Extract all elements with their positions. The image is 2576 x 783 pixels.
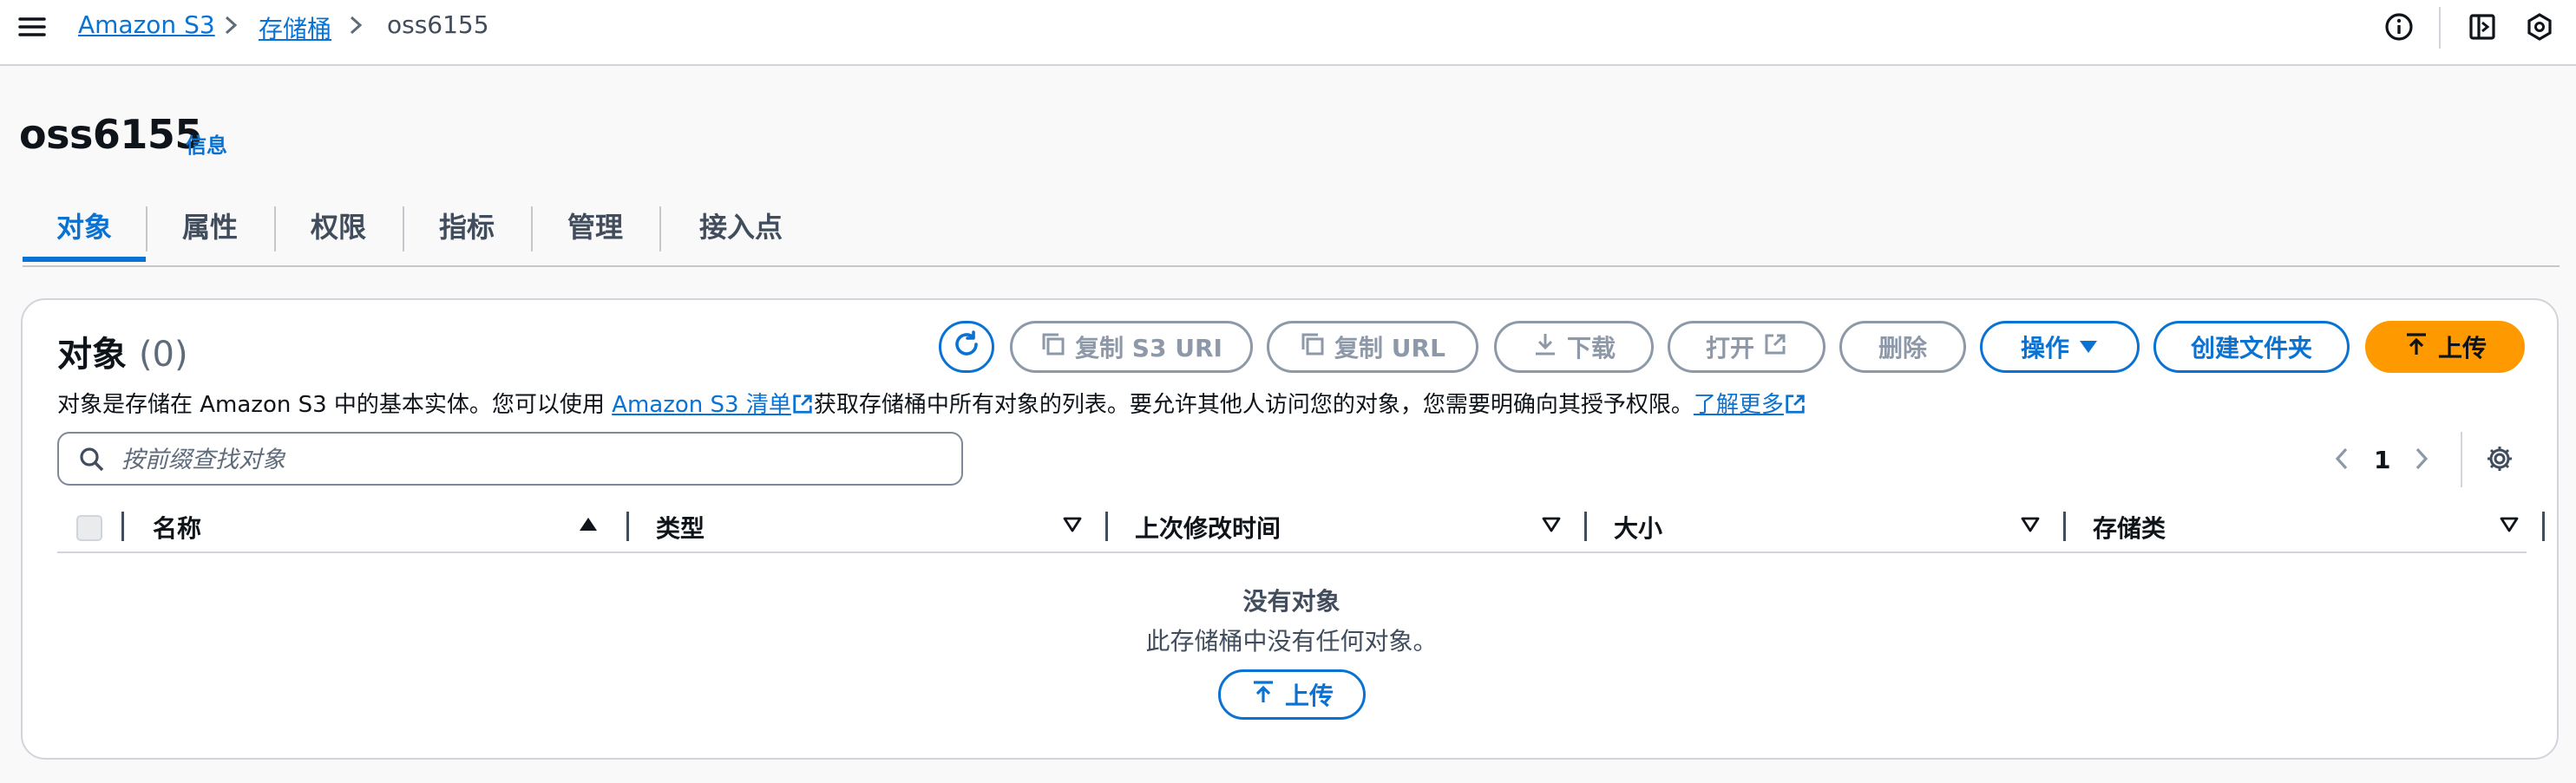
search-icon (78, 446, 106, 477)
refresh-button[interactable] (939, 321, 994, 373)
column-header-storage-class[interactable]: 存储类 (2093, 510, 2166, 545)
next-page-icon[interactable] (2410, 444, 2433, 477)
upload-button[interactable]: 上传 (2365, 321, 2525, 373)
download-button[interactable]: 下载 (1494, 321, 1654, 373)
pager-divider (2461, 432, 2462, 487)
delete-button[interactable]: 删除 (1839, 321, 1966, 373)
open-button[interactable]: 打开 (1668, 321, 1825, 373)
upload-icon (2403, 331, 2429, 363)
empty-state-description: 此存储桶中没有任何对象。 (1145, 627, 1438, 656)
actions-dropdown[interactable]: 操作 (1980, 321, 2140, 373)
upload-label: 上传 (2437, 334, 2487, 362)
sort-descending-icon[interactable] (2499, 515, 2520, 538)
create-folder-button[interactable]: 创建文件夹 (2153, 321, 2350, 373)
inventory-link[interactable]: Amazon S3 清单 (612, 392, 791, 418)
refresh-icon (950, 328, 983, 367)
chevron-right-icon (220, 12, 241, 38)
tab-metrics[interactable]: 指标 (404, 199, 529, 262)
column-header-last-modified[interactable]: 上次修改时间 (1135, 510, 1281, 545)
sort-descending-icon[interactable] (1062, 515, 1083, 538)
panel-description: 对象是存储在 Amazon S3 中的基本实体。您可以使用 Amazon S3 … (57, 387, 1806, 419)
feedback-icon[interactable] (2468, 12, 2497, 45)
external-link-icon (1763, 332, 1787, 362)
download-label: 下载 (1566, 334, 1616, 362)
sort-ascending-icon[interactable] (578, 515, 599, 538)
tab-properties[interactable]: 属性 (147, 199, 272, 262)
tab-objects[interactable]: 对象 (23, 199, 146, 262)
external-link-icon (791, 392, 814, 418)
page-title: oss6155 (19, 111, 202, 158)
column-divider (1584, 512, 1587, 541)
external-link-icon (1784, 392, 1806, 418)
top-navigation-bar: Amazon S3 存储桶 oss6155 (0, 0, 2576, 66)
tab-permissions[interactable]: 权限 (276, 199, 401, 262)
column-divider (626, 512, 629, 541)
search-box (57, 432, 963, 486)
copy-icon (1300, 331, 1326, 363)
copy-url-label: 复制 URL (1334, 334, 1445, 362)
empty-state-upload-button[interactable]: 上传 (1218, 669, 1366, 720)
column-divider (121, 512, 124, 541)
breadcrumb-buckets[interactable]: 存储桶 (259, 10, 331, 45)
current-page-number[interactable]: 1 (2374, 446, 2390, 474)
download-icon (1532, 331, 1558, 363)
column-divider (2542, 512, 2545, 541)
settings-hexagon-icon[interactable] (2525, 12, 2554, 45)
table-header: 名称 类型 上次修改时间 大小 存储类 (57, 503, 2545, 553)
description-text: 获取存储桶中所有对象的列表。要允许其他人访问您的对象，您需要明确向其授予权限。 (813, 392, 1694, 418)
sort-descending-icon[interactable] (2020, 515, 2041, 538)
description-text: 对象是存储在 Amazon S3 中的基本实体。您可以使用 (57, 392, 613, 418)
tab-bar: 对象 属性 权限 指标 管理 接入点 (23, 199, 2560, 267)
objects-panel: 对象 (0) 复制 S3 URI 复制 URL 下载 打开 删除 操作 创建文件… (21, 298, 2559, 760)
upload-icon (1250, 679, 1276, 711)
breadcrumb-amazon-s3[interactable]: Amazon S3 (78, 10, 215, 39)
copy-url-button[interactable]: 复制 URL (1267, 321, 1478, 373)
copy-s3-uri-label: 复制 S3 URI (1075, 334, 1222, 362)
chevron-right-icon (345, 12, 366, 38)
previous-page-icon[interactable] (2330, 444, 2353, 477)
gear-icon[interactable] (2485, 444, 2514, 477)
learn-more-link[interactable]: 了解更多 (1694, 392, 1784, 418)
panel-title: 对象 (0) (57, 326, 188, 376)
tab-access-points[interactable]: 接入点 (661, 199, 821, 262)
menu-icon[interactable] (17, 12, 47, 42)
column-header-name[interactable]: 名称 (153, 510, 201, 545)
empty-state-title: 没有对象 (1242, 587, 1340, 616)
column-divider (1105, 512, 1108, 541)
actions-label: 操作 (2020, 334, 2069, 362)
column-header-type[interactable]: 类型 (656, 510, 705, 545)
object-count: (0) (138, 335, 188, 375)
tab-management[interactable]: 管理 (533, 199, 658, 262)
sort-descending-icon[interactable] (1541, 515, 1562, 538)
column-divider (2063, 512, 2066, 541)
column-header-size[interactable]: 大小 (1614, 510, 1662, 545)
search-input[interactable] (120, 442, 956, 477)
upload-label: 上传 (1284, 682, 1334, 710)
panel-title-text: 对象 (57, 335, 127, 375)
toolbar-divider (2439, 7, 2441, 49)
copy-s3-uri-button[interactable]: 复制 S3 URI (1010, 321, 1253, 373)
info-icon[interactable] (2384, 12, 2414, 45)
copy-icon (1040, 331, 1066, 363)
open-label: 打开 (1705, 334, 1754, 362)
select-all-checkbox[interactable] (76, 515, 102, 541)
breadcrumb-current: oss6155 (387, 10, 489, 39)
create-folder-label: 创建文件夹 (2190, 334, 2312, 362)
caret-down-icon (2078, 333, 2099, 362)
delete-label: 删除 (1878, 334, 1927, 362)
info-link[interactable]: 信息 (186, 128, 227, 159)
